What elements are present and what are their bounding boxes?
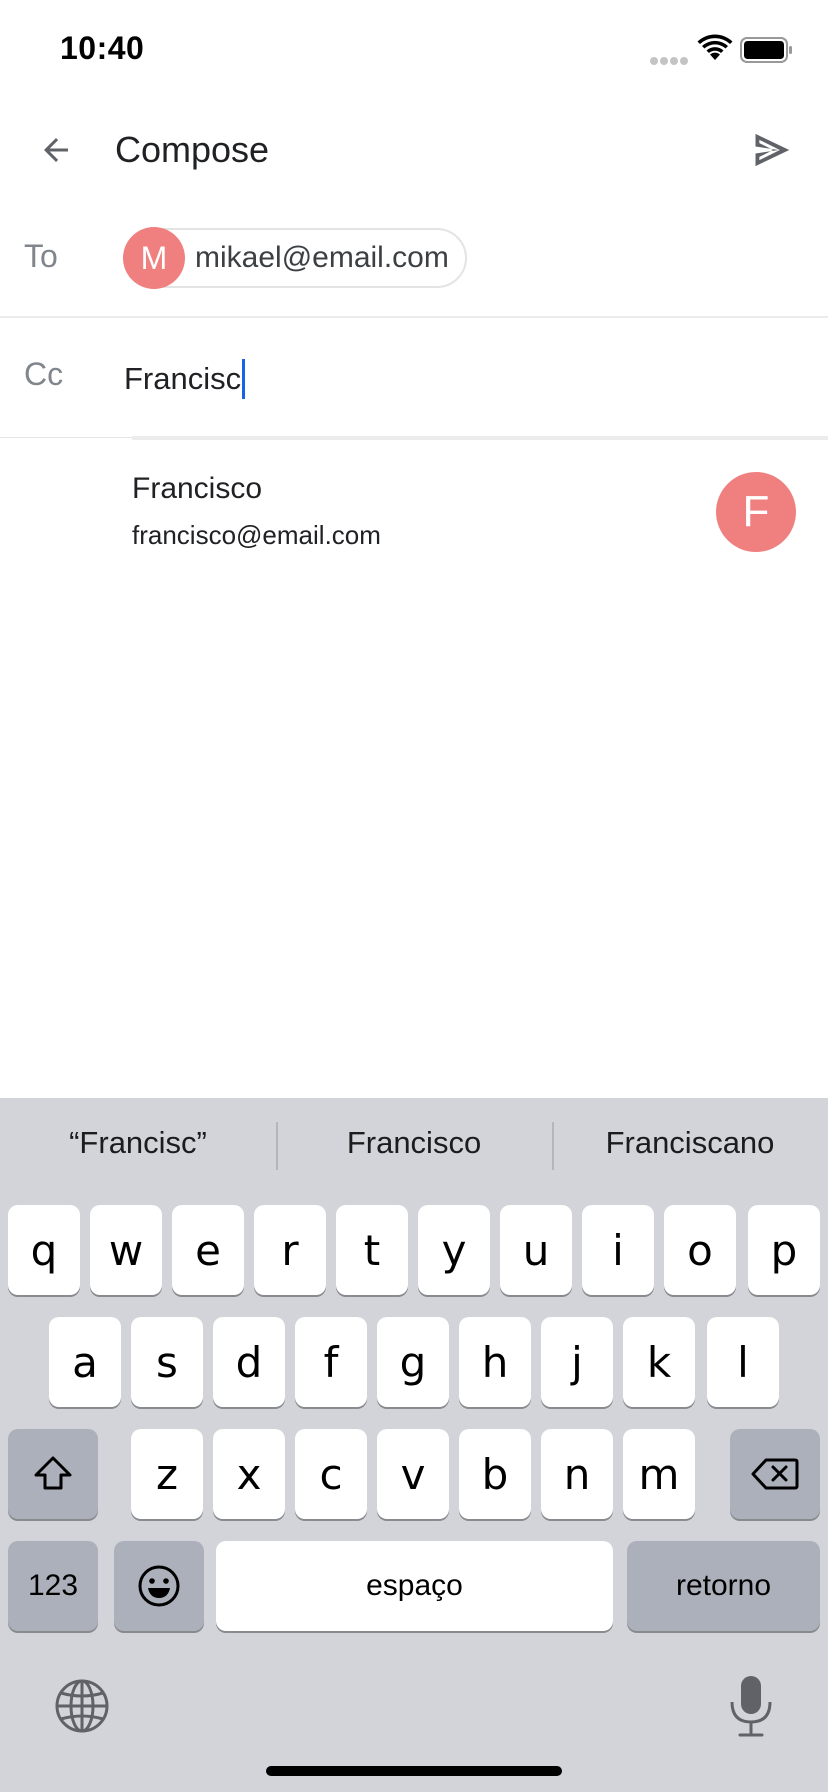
to-field-row: To M mikael@email.com bbox=[0, 210, 828, 318]
app-header: Compose bbox=[0, 100, 828, 210]
key-o[interactable]: o bbox=[664, 1205, 736, 1295]
suggestion-divider bbox=[132, 436, 828, 440]
key-a[interactable]: a bbox=[49, 1317, 121, 1407]
cc-input[interactable]: Francisc bbox=[124, 354, 804, 404]
key-l[interactable]: l bbox=[707, 1317, 779, 1407]
signal-dots-icon bbox=[650, 52, 692, 65]
globe-icon[interactable] bbox=[52, 1676, 112, 1736]
key-y[interactable]: y bbox=[418, 1205, 490, 1295]
key-v[interactable]: v bbox=[377, 1429, 449, 1519]
home-indicator bbox=[266, 1766, 562, 1776]
delete-key[interactable] bbox=[730, 1429, 820, 1519]
contact-suggestion[interactable]: Francisco francisco@email.com F bbox=[0, 446, 828, 576]
divider bbox=[0, 437, 132, 438]
to-label: To bbox=[24, 238, 58, 274]
back-button[interactable] bbox=[28, 122, 84, 178]
avatar: M bbox=[123, 227, 185, 289]
battery-icon bbox=[740, 37, 792, 63]
key-j[interactable]: j bbox=[541, 1317, 613, 1407]
key-r[interactable]: r bbox=[254, 1205, 326, 1295]
key-d[interactable]: d bbox=[213, 1317, 285, 1407]
status-time: 10:40 bbox=[60, 30, 145, 66]
key-f[interactable]: f bbox=[295, 1317, 367, 1407]
cc-input-value: Francisc bbox=[124, 361, 242, 396]
page-title: Compose bbox=[115, 129, 270, 170]
key-w[interactable]: w bbox=[90, 1205, 162, 1295]
send-icon bbox=[755, 133, 790, 167]
space-key[interactable]: espaço bbox=[216, 1541, 613, 1631]
key-b[interactable]: b bbox=[459, 1429, 531, 1519]
return-key[interactable]: retorno bbox=[627, 1541, 820, 1631]
wifi-icon bbox=[697, 34, 733, 60]
text-caret bbox=[242, 359, 246, 399]
microphone-icon[interactable] bbox=[726, 1674, 776, 1738]
shift-icon bbox=[34, 1456, 72, 1490]
prediction-item[interactable]: Francisco bbox=[276, 1098, 552, 1188]
key-n[interactable]: n bbox=[541, 1429, 613, 1519]
arrow-left-icon bbox=[44, 138, 68, 162]
numbers-key[interactable]: 123 bbox=[8, 1541, 98, 1631]
send-button[interactable] bbox=[740, 118, 804, 182]
key-p[interactable]: p bbox=[748, 1205, 820, 1295]
key-e[interactable]: e bbox=[172, 1205, 244, 1295]
status-bar: 10:40 bbox=[0, 0, 828, 100]
key-x[interactable]: x bbox=[213, 1429, 285, 1519]
emoji-icon bbox=[138, 1565, 180, 1607]
prediction-item[interactable]: “Francisc” bbox=[0, 1098, 276, 1188]
recipient-email: mikael@email.com bbox=[195, 241, 449, 274]
prediction-bar: “Francisc” Francisco Franciscano bbox=[0, 1098, 828, 1188]
suggestion-name: Francisco bbox=[132, 472, 263, 505]
key-i[interactable]: i bbox=[582, 1205, 654, 1295]
recipient-chip[interactable]: M mikael@email.com bbox=[123, 227, 467, 289]
key-z[interactable]: z bbox=[131, 1429, 203, 1519]
key-m[interactable]: m bbox=[623, 1429, 695, 1519]
shift-key[interactable] bbox=[8, 1429, 98, 1519]
backspace-icon bbox=[751, 1458, 799, 1490]
key-t[interactable]: t bbox=[336, 1205, 408, 1295]
key-g[interactable]: g bbox=[377, 1317, 449, 1407]
key-q[interactable]: q bbox=[8, 1205, 80, 1295]
emoji-key[interactable] bbox=[114, 1541, 204, 1631]
key-u[interactable]: u bbox=[500, 1205, 572, 1295]
key-k[interactable]: k bbox=[623, 1317, 695, 1407]
cc-field-row: Cc Francisc bbox=[0, 320, 828, 438]
key-c[interactable]: c bbox=[295, 1429, 367, 1519]
prediction-item[interactable]: Franciscano bbox=[552, 1098, 828, 1188]
cc-label: Cc bbox=[24, 356, 64, 392]
keyboard: “Francisc” Francisco Franciscano q w e r… bbox=[0, 1098, 828, 1792]
key-h[interactable]: h bbox=[459, 1317, 531, 1407]
key-s[interactable]: s bbox=[131, 1317, 203, 1407]
avatar: F bbox=[716, 472, 796, 552]
suggestion-email: francisco@email.com bbox=[132, 520, 381, 550]
